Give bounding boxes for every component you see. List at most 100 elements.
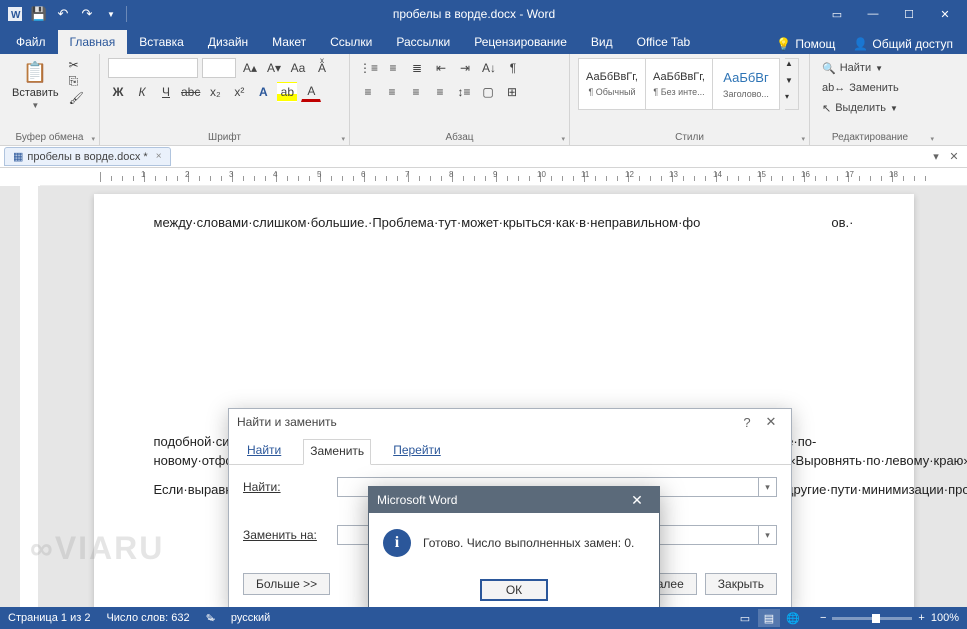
tab-layout[interactable]: Макет xyxy=(260,30,318,54)
tab-mailings[interactable]: Рассылки xyxy=(384,30,462,54)
tab-close-icon[interactable]: ✕ xyxy=(945,150,963,163)
tab-office-tab[interactable]: Office Tab xyxy=(625,30,703,54)
underline-icon[interactable]: Ч xyxy=(156,82,176,102)
web-layout-icon[interactable]: 🌐 xyxy=(782,609,804,627)
dialog-tab-replace[interactable]: Заменить xyxy=(303,439,371,465)
style-preview: АаБбВг xyxy=(723,70,768,85)
minimize-icon[interactable]: — xyxy=(855,0,891,28)
chevron-down-icon[interactable]: ▾ xyxy=(758,526,776,544)
zoom-out-icon[interactable]: − xyxy=(820,612,826,624)
statusbar: Страница 1 из 2 Число слов: 632 ✎̶ русск… xyxy=(0,607,967,629)
multilevel-icon[interactable]: ≣ xyxy=(407,58,427,78)
document-tab[interactable]: ▦ пробелы в ворде.docx * × xyxy=(4,147,171,166)
paste-button[interactable]: 📋 Вставить ▼ xyxy=(8,58,63,112)
close-button[interactable]: Закрыть xyxy=(705,573,777,595)
read-mode-icon[interactable]: ▭ xyxy=(734,609,756,627)
status-language[interactable]: русский xyxy=(231,612,270,624)
cut-icon[interactable]: ✂ xyxy=(69,58,84,72)
status-page[interactable]: Страница 1 из 2 xyxy=(8,612,90,624)
zoom-slider[interactable] xyxy=(832,617,912,620)
tab-view[interactable]: Вид xyxy=(579,30,625,54)
shrink-font-icon[interactable]: A▾ xyxy=(264,58,284,78)
status-words[interactable]: Число слов: 632 xyxy=(106,612,189,624)
tell-me[interactable]: 💡 Помощ xyxy=(776,37,835,51)
tab-insert[interactable]: Вставка xyxy=(127,30,196,54)
justify-icon[interactable]: ≡ xyxy=(430,82,450,102)
subscript-icon[interactable]: x₂ xyxy=(205,82,225,102)
bold-icon[interactable]: Ж xyxy=(108,82,128,102)
style-no-spacing[interactable]: АаБбВвГг, ¶ Без инте... xyxy=(645,58,713,110)
horizontal-ruler[interactable]: 123456789101112131415161718 xyxy=(40,168,967,186)
copy-icon[interactable]: ⎘ xyxy=(69,74,84,89)
style-preview: АаБбВвГг, xyxy=(586,71,638,83)
help-icon[interactable]: ? xyxy=(735,415,759,430)
zoom-level[interactable]: 100% xyxy=(931,612,959,624)
borders-icon[interactable]: ⊞ xyxy=(502,82,522,102)
chevron-down-icon[interactable]: ▾ xyxy=(758,478,776,496)
clear-format-icon[interactable]: Aͯ xyxy=(312,58,332,78)
dialog-tab-goto[interactable]: Перейти xyxy=(387,439,447,464)
undo-icon[interactable]: ↶ xyxy=(52,3,74,25)
tab-home[interactable]: Главная xyxy=(58,30,128,54)
dialog-close-icon[interactable]: ✕ xyxy=(759,414,783,430)
status-spellcheck-icon[interactable]: ✎̶ xyxy=(206,612,215,625)
style-normal[interactable]: АаБбВвГг, ¶ Обычный xyxy=(578,58,646,110)
decrease-indent-icon[interactable]: ⇤ xyxy=(431,58,451,78)
styles-up-icon[interactable]: ▲ xyxy=(785,59,798,76)
sort-icon[interactable]: A↓ xyxy=(479,58,499,78)
ok-button[interactable]: ОК xyxy=(480,579,548,601)
align-left-icon[interactable]: ≡ xyxy=(358,82,378,102)
qat-customize-icon[interactable]: ▼ xyxy=(100,3,122,25)
dialog-tab-find[interactable]: Найти xyxy=(241,439,287,464)
align-right-icon[interactable]: ≡ xyxy=(406,82,426,102)
shading-icon[interactable]: ▢ xyxy=(478,82,498,102)
strike-icon[interactable]: abc xyxy=(180,82,201,102)
tab-review[interactable]: Рецензирование xyxy=(462,30,579,54)
text-effects-icon[interactable]: A xyxy=(253,82,273,102)
messagebox-close-icon[interactable]: ✕ xyxy=(623,492,651,509)
styles-down-icon[interactable]: ▼ xyxy=(785,76,798,93)
messagebox-titlebar[interactable]: Microsoft Word ✕ xyxy=(369,487,659,513)
tab-menu-icon[interactable]: ▾ xyxy=(927,150,945,163)
share-button[interactable]: 👤 Общий доступ xyxy=(845,34,961,54)
group-clipboard-label: Буфер обмена xyxy=(8,130,91,143)
print-layout-icon[interactable]: ▤ xyxy=(758,609,780,627)
ribbon-display-icon[interactable]: ▭ xyxy=(819,0,855,28)
dialog-titlebar[interactable]: Найти и заменить ? ✕ xyxy=(229,409,791,435)
replace-button[interactable]: ab↔Заменить xyxy=(818,78,903,98)
group-styles: АаБбВвГг, ¶ Обычный АаБбВвГг, ¶ Без инте… xyxy=(570,54,810,145)
save-icon[interactable]: 💾 xyxy=(28,3,50,25)
font-size-select[interactable] xyxy=(202,58,236,78)
close-tab-icon[interactable]: × xyxy=(156,151,162,162)
zoom-in-icon[interactable]: + xyxy=(918,612,924,624)
tab-design[interactable]: Дизайн xyxy=(196,30,260,54)
change-case-icon[interactable]: Aa xyxy=(288,58,308,78)
grow-font-icon[interactable]: A▴ xyxy=(240,58,260,78)
line-spacing-icon[interactable]: ↕≡ xyxy=(454,82,474,102)
format-painter-icon[interactable]: 🖌 xyxy=(69,91,84,105)
highlight-icon[interactable]: ab xyxy=(277,82,297,102)
tab-references[interactable]: Ссылки xyxy=(318,30,384,54)
italic-icon[interactable]: К xyxy=(132,82,152,102)
numbering-icon[interactable]: ≡ xyxy=(383,58,403,78)
maximize-icon[interactable]: ☐ xyxy=(891,0,927,28)
tab-file[interactable]: Файл xyxy=(4,30,58,54)
bullets-icon[interactable]: ⋮≡ xyxy=(358,58,379,78)
more-button[interactable]: Больше >> xyxy=(243,573,330,595)
style-heading[interactable]: АаБбВг Заголово... xyxy=(712,58,780,110)
styles-expand-icon[interactable]: ▾ xyxy=(785,92,798,109)
group-editing-label: Редактирование xyxy=(818,130,930,143)
find-button[interactable]: 🔍Найти▼ xyxy=(818,58,887,78)
style-name: ¶ Без инте... xyxy=(653,87,704,97)
close-icon[interactable]: ✕ xyxy=(927,0,963,28)
find-label: Найти xyxy=(840,62,871,74)
align-center-icon[interactable]: ≡ xyxy=(382,82,402,102)
redo-icon[interactable]: ↷ xyxy=(76,3,98,25)
font-family-select[interactable] xyxy=(108,58,198,78)
select-button[interactable]: ↖Выделить▼ xyxy=(818,98,902,118)
font-color-icon[interactable]: A xyxy=(301,82,321,102)
word-icon[interactable]: W xyxy=(4,3,26,25)
superscript-icon[interactable]: x² xyxy=(229,82,249,102)
increase-indent-icon[interactable]: ⇥ xyxy=(455,58,475,78)
show-marks-icon[interactable]: ¶ xyxy=(503,58,523,78)
